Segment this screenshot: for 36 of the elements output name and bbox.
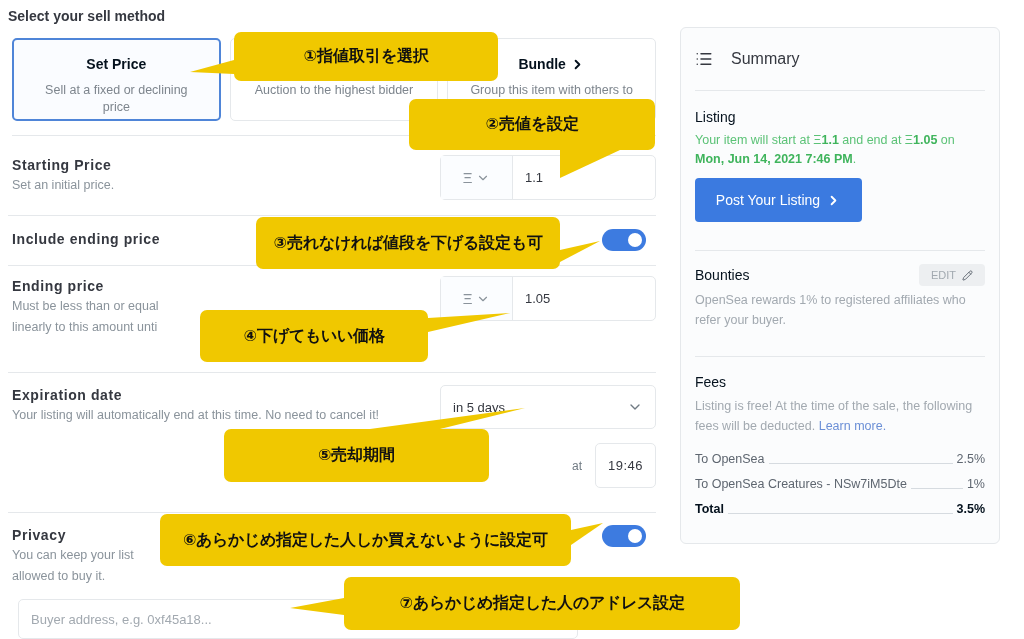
section-heading: Select your sell method bbox=[8, 8, 167, 24]
annotation-tooltip: ①指値取引を選択 bbox=[234, 32, 498, 81]
annotation-tooltip: ⑦あらかじめ指定した人のアドレス設定 bbox=[344, 577, 740, 630]
field-description: Must be less than or equal bbox=[12, 298, 159, 315]
field-description: linearly to this amount unti bbox=[12, 319, 159, 336]
annotation-tooltip: ⑥あらかじめ指定した人しか買えないように設定可 bbox=[160, 514, 571, 566]
at-label: at bbox=[572, 458, 582, 473]
fee-value: 1% bbox=[966, 476, 985, 493]
field-description: allowed to buy it. bbox=[12, 568, 107, 585]
panel-title: Summary bbox=[731, 50, 800, 68]
field-label: Ending price bbox=[12, 277, 105, 296]
section-title: Listing bbox=[695, 108, 737, 127]
card-title: Set Price bbox=[86, 55, 147, 73]
fee-value: 2.5% bbox=[956, 451, 985, 468]
card-description: Sell at a fixed or declining price bbox=[44, 82, 189, 116]
field-label: Include ending price bbox=[12, 230, 161, 249]
section-title: Bounties bbox=[695, 266, 750, 285]
bounties-text: OpenSea rewards 1% to registered affiliates who refer your buyer. bbox=[695, 292, 967, 329]
listing-summary: Your item will start at Ξ1.1 and end at Ξ1.05 on Mon, Jun 14, 2021 7:46 PM. bbox=[695, 132, 956, 168]
fee-label: Total bbox=[695, 501, 724, 518]
section-title: Fees bbox=[695, 373, 728, 392]
field-description: Your listing will automatically end at this time. No need to cancel it! bbox=[12, 407, 380, 424]
card-description: Group this item with others to bbox=[470, 82, 633, 99]
card-description: Auction to the highest bidder bbox=[254, 82, 414, 99]
fee-label: To OpenSea bbox=[695, 451, 765, 468]
fee-value: 3.5% bbox=[956, 501, 985, 518]
field-label: Starting Price bbox=[12, 156, 113, 175]
field-label: Expiration date bbox=[12, 386, 124, 405]
fees-text: Listing is free! At the time of the sale, the following fees will be deducted. Learn more. bbox=[695, 398, 974, 435]
annotation-tooltip: ③売れなければ値段を下げる設定も可 bbox=[256, 217, 560, 269]
annotation-tooltip: ④下げてもいい価格 bbox=[200, 310, 428, 362]
fee-label: To OpenSea Creatures - NSw7iM5Dte bbox=[695, 476, 907, 493]
field-description: Set an initial price. bbox=[12, 177, 115, 194]
field-label: Privacy bbox=[12, 526, 68, 545]
field-description: You can keep your list bbox=[12, 547, 134, 564]
card-title: Bundle bbox=[518, 55, 585, 73]
